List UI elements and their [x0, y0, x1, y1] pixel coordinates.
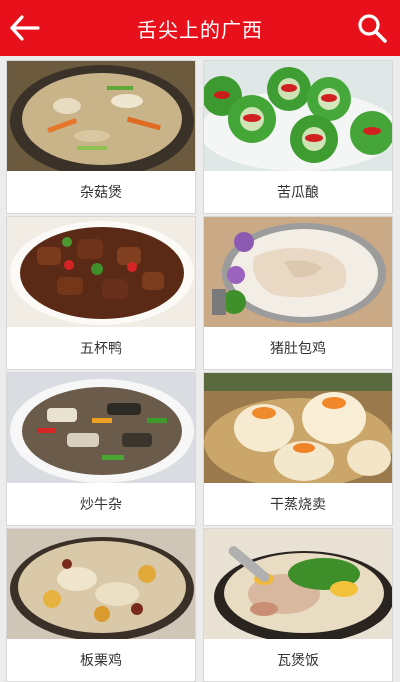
dish-card-stir-fried-beef-offal[interactable]: 炒牛杂 — [6, 372, 196, 526]
dish-card-chestnut-chicken[interactable]: 板栗鸡 — [6, 528, 196, 682]
dish-image-stir-fried-beef-offal — [7, 373, 195, 483]
dish-label: 瓦煲饭 — [277, 653, 319, 669]
search-icon — [358, 14, 387, 43]
dish-card-steamed-shaomai[interactable]: 干蒸烧卖 — [203, 372, 393, 526]
page-title: 舌尖上的广西 — [137, 18, 263, 42]
app-header: 舌尖上的广西 — [0, 0, 400, 56]
dish-image-chestnut-chicken — [7, 529, 195, 639]
dish-card-mushroom-pot[interactable]: 杂菇煲 — [6, 60, 196, 214]
dish-card-stuffed-bitter-melon[interactable]: 苦瓜酿 — [203, 60, 393, 214]
dish-label: 炒牛杂 — [80, 497, 122, 513]
dish-label: 杂菇煲 — [80, 185, 122, 201]
dish-label: 苦瓜酿 — [277, 185, 319, 201]
dish-label: 五杯鸭 — [80, 341, 122, 357]
dish-image-stuffed-bitter-melon — [204, 61, 392, 171]
dish-label: 猪肚包鸡 — [270, 341, 326, 357]
search-button[interactable] — [352, 8, 392, 48]
dish-image-steamed-shaomai — [204, 373, 392, 483]
dish-card-pork-tripe-chicken[interactable]: 猪肚包鸡 — [203, 216, 393, 370]
dish-image-clay-pot-rice — [204, 529, 392, 639]
dish-label: 板栗鸡 — [80, 653, 122, 669]
dish-card-clay-pot-rice[interactable]: 瓦煲饭 — [203, 528, 393, 682]
dish-label: 干蒸烧卖 — [270, 497, 326, 513]
dish-image-pork-tripe-chicken — [204, 217, 392, 327]
dish-card-five-cup-duck[interactable]: 五杯鸭 — [6, 216, 196, 370]
dish-image-five-cup-duck — [7, 217, 195, 327]
dish-image-mushroom-pot — [7, 61, 195, 171]
